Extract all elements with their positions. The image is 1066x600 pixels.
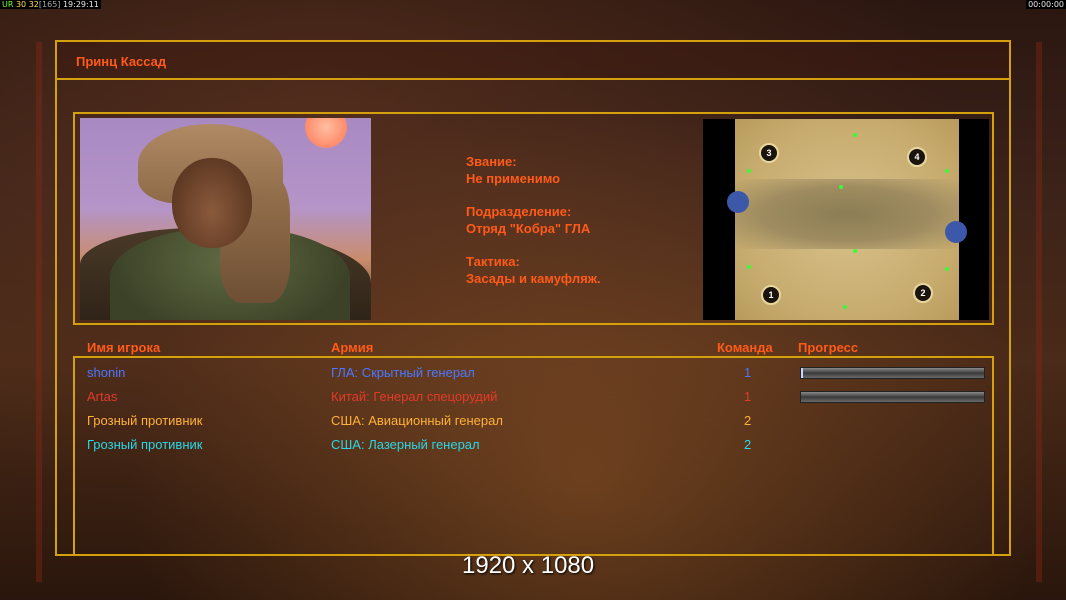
rank-label: Звание:: [466, 154, 517, 169]
column-player-name: Имя игрока: [87, 340, 161, 355]
fps-value: 30: [15, 0, 27, 9]
player-name: Грозный противник: [87, 413, 203, 428]
frame-total: [165]: [38, 0, 61, 9]
clock: 19:29:11: [62, 0, 99, 9]
sunset-sun: [305, 118, 347, 148]
resolution-overlay: 1920 x 1080: [462, 552, 595, 579]
supply-dot: [853, 133, 857, 137]
player-army: ГЛА: Скрытный генерал: [331, 365, 475, 380]
player-name: Грозный противник: [87, 437, 203, 452]
spawn-marker-1: 1: [761, 285, 781, 305]
spawn-marker-4: 4: [907, 147, 927, 167]
player-row: Artas Китай: Генерал спецорудий 1: [0, 385, 1066, 409]
tactics-label: Тактика:: [466, 254, 520, 269]
minimap-terrain: 3 4 1 2: [727, 119, 967, 320]
player-army: США: Лазерный генерал: [331, 437, 480, 452]
minimap-canyon: [735, 179, 959, 249]
supply-dot: [945, 267, 949, 271]
right-timer: 00:00:00: [1026, 0, 1066, 9]
tactics-value: Засады и камуфляж.: [466, 271, 601, 286]
minimap-water-left: [727, 191, 749, 213]
player-name: shonin: [87, 365, 126, 380]
progress-fill: [801, 368, 803, 378]
player-progress-bar: [800, 391, 985, 403]
player-army: Китай: Генерал спецорудий: [331, 389, 498, 404]
column-army: Армия: [331, 340, 374, 355]
supply-dot: [747, 169, 751, 173]
spawn-marker-2: 2: [913, 283, 933, 303]
general-name-title: Принц Кассад: [76, 54, 167, 69]
supply-dot: [839, 185, 843, 189]
supply-dot: [853, 249, 857, 253]
player-name: Artas: [87, 389, 118, 404]
unit-label: Подразделение:: [466, 204, 572, 219]
soldier-face: [172, 158, 252, 248]
player-army: США: Авиационный генерал: [331, 413, 503, 428]
fps-label: UR: [2, 0, 14, 9]
column-team: Команда: [717, 340, 773, 355]
frame-value: 32: [28, 0, 39, 9]
rank-value: Не применимо: [466, 171, 561, 186]
supply-dot: [945, 169, 949, 173]
player-row: shonin ГЛА: Скрытный генерал 1: [0, 361, 1066, 385]
general-portrait: [80, 118, 371, 320]
general-details: Звание: Не применимо Подразделение: Отря…: [466, 153, 601, 303]
unit-value: Отряд "Кобра" ГЛА: [466, 221, 591, 236]
supply-dot: [747, 265, 751, 269]
column-progress: Прогресс: [798, 340, 859, 355]
player-team: 2: [744, 437, 752, 452]
player-team: 2: [744, 413, 752, 428]
player-progress-bar: [800, 367, 985, 379]
player-row: Грозный противник США: Авиационный генер…: [0, 409, 1066, 433]
player-row: Грозный противник США: Лазерный генерал …: [0, 433, 1066, 457]
minimap: 3 4 1 2: [703, 119, 989, 320]
supply-dot: [843, 305, 847, 309]
minimap-water-right: [945, 221, 967, 243]
title-bar: [57, 42, 1009, 80]
debug-status-bar: UR 30 32[165] 19:29:11: [0, 0, 101, 9]
spawn-marker-3: 3: [759, 143, 779, 163]
player-team: 1: [744, 389, 752, 404]
player-team: 1: [744, 365, 752, 380]
